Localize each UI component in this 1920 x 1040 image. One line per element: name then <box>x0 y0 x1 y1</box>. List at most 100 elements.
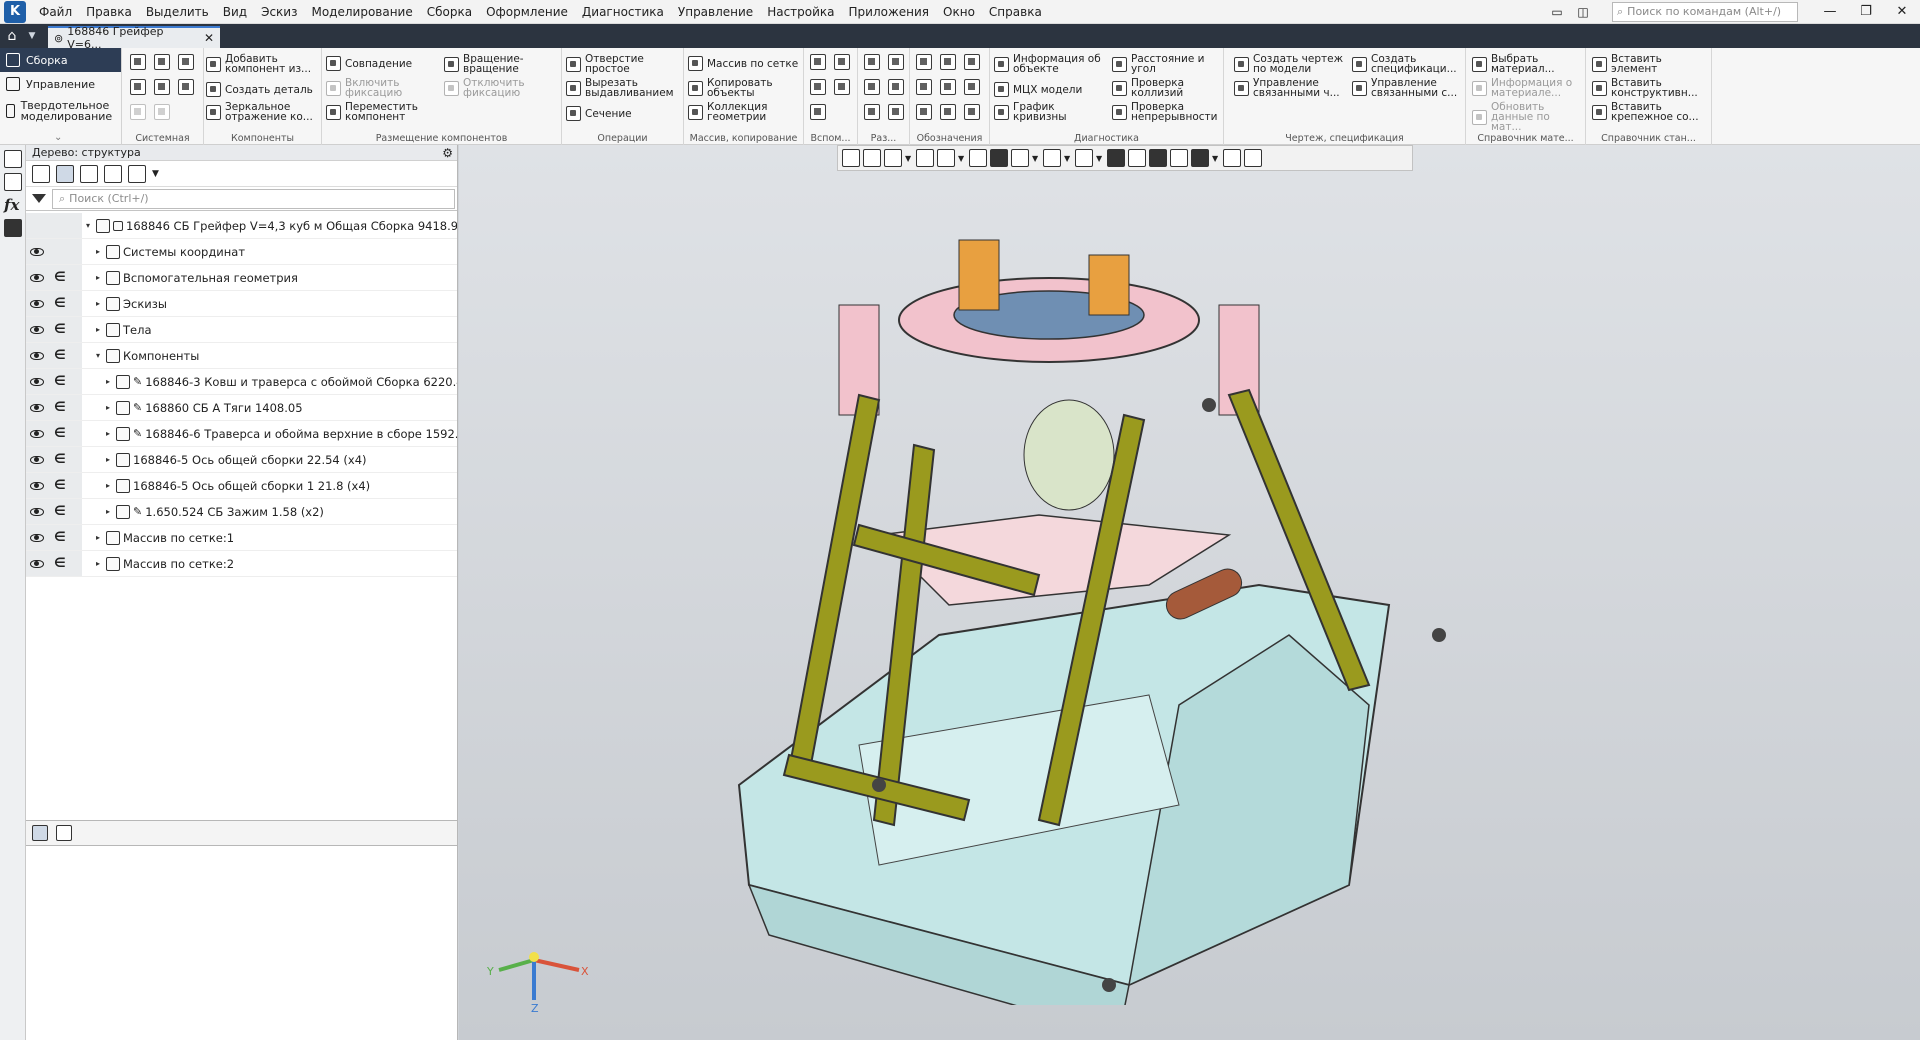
table-icon[interactable] <box>964 104 980 120</box>
layout-icon[interactable]: ▭ <box>1546 2 1568 22</box>
include-icon[interactable]: ∈ <box>54 452 66 467</box>
include-icon[interactable]: ∈ <box>54 322 66 337</box>
include-icon[interactable]: ∈ <box>54 478 66 493</box>
render-icon[interactable] <box>1149 149 1167 167</box>
tree-tab-icon[interactable] <box>32 825 48 841</box>
cut-extrude-button[interactable]: Вырезать выдавливанием <box>566 78 677 98</box>
menu-assembly[interactable]: Сборка <box>420 0 479 24</box>
tree-row[interactable]: ∈ ▾ Компоненты <box>26 343 457 369</box>
expand-icon[interactable]: ▸ <box>96 247 106 256</box>
zoom-icon[interactable] <box>884 149 902 167</box>
tree-row[interactable]: ∈ ▸ Тела <box>26 317 457 343</box>
tree-root-row[interactable]: ▾ 168846 СБ Грейфер V=4,3 куб м Общая Сб… <box>26 213 457 239</box>
tree-icon[interactable] <box>4 150 22 168</box>
move-component-button[interactable]: Переместить компонент <box>326 102 425 122</box>
minimize-icon[interactable]: — <box>1812 0 1848 24</box>
include-icon[interactable]: ∈ <box>54 504 66 519</box>
filter-icon[interactable] <box>32 194 46 203</box>
visibility-eye-icon[interactable] <box>30 559 44 568</box>
expand-icon[interactable]: ▸ <box>106 429 116 438</box>
expand-icon[interactable]: ▾ <box>86 221 96 230</box>
expand-icon[interactable]: ▸ <box>106 377 116 386</box>
aux-axis-icon[interactable] <box>834 54 850 70</box>
open-icon[interactable] <box>154 54 170 70</box>
layers-icon[interactable] <box>4 219 22 237</box>
close-icon[interactable]: ✕ <box>1884 0 1920 24</box>
base-icon[interactable] <box>916 79 932 95</box>
mode-solid-modeling[interactable]: Твердотельное моделирование <box>0 96 121 126</box>
document-tab[interactable]: ⊚ 168846 Грейфер V=6... ✕ <box>48 25 220 51</box>
insert-structural-button[interactable]: Вставить конструктивн... <box>1592 78 1707 98</box>
snapshot-icon[interactable] <box>1170 149 1188 167</box>
expand-icon[interactable]: ▸ <box>96 533 106 542</box>
leader-icon[interactable] <box>916 54 932 70</box>
include-icon[interactable]: ∈ <box>54 400 66 415</box>
expand-icon[interactable]: ▸ <box>96 559 106 568</box>
object-info-button[interactable]: Информация об объекте <box>994 54 1111 74</box>
tree-row[interactable]: ∈ ▸ Эскизы <box>26 291 457 317</box>
menu-modeling[interactable]: Моделирование <box>304 0 419 24</box>
weld-icon[interactable] <box>964 79 980 95</box>
collapse-icon[interactable]: ▾ <box>96 351 106 360</box>
include-icon[interactable]: ∈ <box>54 270 66 285</box>
edit-icon[interactable] <box>1244 149 1262 167</box>
display-mode-icon[interactable] <box>1011 149 1029 167</box>
menu-window[interactable]: Окно <box>936 0 982 24</box>
mark-icon[interactable] <box>940 104 956 120</box>
create-drawing-button[interactable]: Создать чертеж по модели <box>1234 54 1345 74</box>
save-all-icon[interactable] <box>178 79 194 95</box>
tree-row[interactable]: ∈ ▸ 168846-5 Ось общей сборки 22.54 (x4) <box>26 447 457 473</box>
tree-row[interactable]: ∈ ▸ ✎ 168846-6 Траверса и обойма верхние… <box>26 421 457 447</box>
check-collisions-button[interactable]: Проверка коллизий <box>1112 78 1201 98</box>
restore-icon[interactable]: ❐ <box>1848 0 1884 24</box>
expand-icon[interactable]: ▸ <box>96 325 106 334</box>
linear-dim-icon[interactable] <box>864 54 880 70</box>
tree-grid-icon[interactable] <box>104 164 122 183</box>
tree-row[interactable]: ∈ ▸ ✎ 168860 СБ А Тяги 1408.05 <box>26 395 457 421</box>
menu-help[interactable]: Справка <box>982 0 1049 24</box>
material-info-button[interactable]: Информация о материале... <box>1472 78 1583 98</box>
properties-icon[interactable] <box>4 173 22 191</box>
zoom-window-icon[interactable] <box>863 149 881 167</box>
visibility-eye-icon[interactable] <box>30 247 44 256</box>
hole-button[interactable]: Отверстие простое <box>566 54 665 74</box>
disable-fix-button[interactable]: Отключить фиксацию <box>444 78 543 98</box>
mirror-component-button[interactable]: Зеркальное отражение ко... <box>206 102 317 122</box>
filter-icon[interactable] <box>1191 149 1209 167</box>
coincidence-button[interactable]: Совпадение <box>326 56 412 71</box>
include-icon[interactable]: ∈ <box>54 556 66 571</box>
aux-plane-icon[interactable] <box>810 79 826 95</box>
visibility-eye-icon[interactable] <box>30 351 44 360</box>
tree-filter-icon[interactable] <box>128 164 146 183</box>
curvature-graph-button[interactable]: График кривизны <box>994 102 1073 122</box>
visibility-eye-icon[interactable] <box>30 507 44 516</box>
aux-point-icon[interactable] <box>810 54 826 70</box>
insert-fastener-button[interactable]: Вставить крепежное со... <box>1592 102 1707 122</box>
view-eye-icon[interactable] <box>1075 149 1093 167</box>
tree-row[interactable]: ∈ ▸ ✎ 168846-3 Ковш и траверса с обоймой… <box>26 369 457 395</box>
grab-bucket-3d-model[interactable] <box>709 185 1529 1005</box>
shaded-icon[interactable] <box>990 149 1008 167</box>
hide-icon[interactable] <box>1043 149 1061 167</box>
update-material-button[interactable]: Обновить данные по мат... <box>1472 102 1583 132</box>
tree-search-input[interactable]: ⌕ Поиск (Ctrl+/) <box>52 188 455 209</box>
tab-close-icon[interactable]: ✕ <box>204 31 214 45</box>
print-icon[interactable] <box>130 79 146 95</box>
fullscreen-icon[interactable]: ◫ <box>1572 2 1594 22</box>
list-tab-icon[interactable] <box>56 825 72 841</box>
auto-dim-icon[interactable] <box>864 104 880 120</box>
menu-edit[interactable]: Правка <box>79 0 139 24</box>
preview-icon[interactable] <box>154 79 170 95</box>
menu-file[interactable]: Файл <box>32 0 79 24</box>
chevron-down-icon[interactable]: ▼ <box>24 24 40 48</box>
tree-components-icon[interactable] <box>80 164 98 183</box>
include-icon[interactable]: ∈ <box>54 348 66 363</box>
menu-settings[interactable]: Настройка <box>760 0 841 24</box>
menu-sketch[interactable]: Эскиз <box>254 0 304 24</box>
tree-row[interactable]: ∈ ▸ ✎ 1.650.524 СБ Зажим 1.58 (x2) <box>26 499 457 525</box>
tree-row[interactable]: ∈ ▸ Вспомогательная геометрия <box>26 265 457 291</box>
include-icon[interactable]: ∈ <box>54 530 66 545</box>
choose-material-button[interactable]: Выбрать материал... <box>1472 54 1583 74</box>
include-icon[interactable]: ∈ <box>54 426 66 441</box>
include-icon[interactable]: ∈ <box>54 374 66 389</box>
